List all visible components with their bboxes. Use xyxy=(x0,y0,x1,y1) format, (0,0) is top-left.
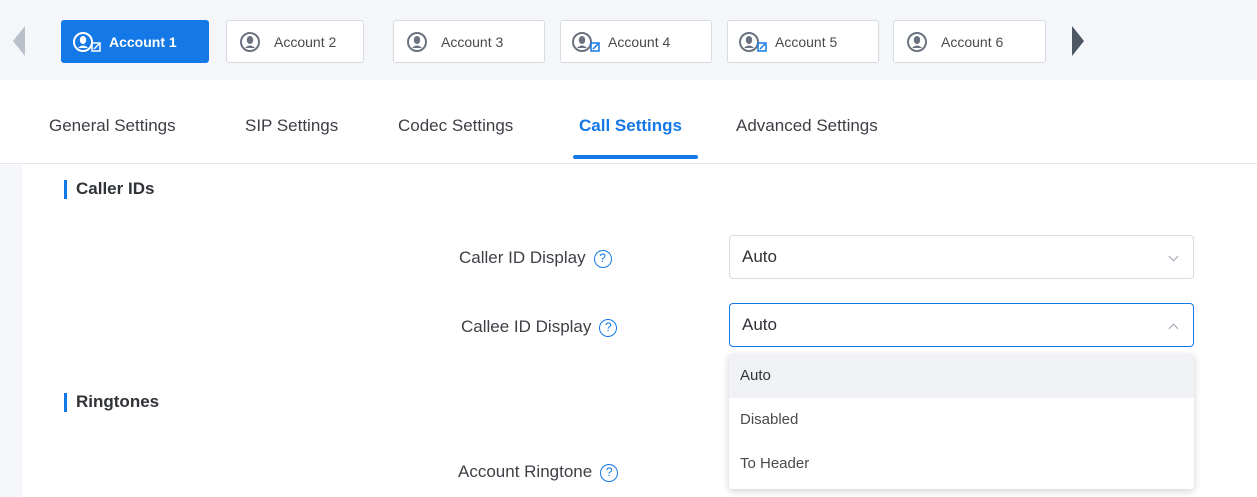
left-gutter xyxy=(0,165,22,497)
caller-id-display-label-text: Caller ID Display xyxy=(459,248,586,267)
caller-id-display-value: Auto xyxy=(742,247,777,266)
account-tab-4[interactable]: Account 4 xyxy=(560,20,712,63)
user-edit-icon xyxy=(572,31,602,53)
caller-id-display-select[interactable]: Auto xyxy=(729,235,1194,279)
active-tab-indicator xyxy=(573,155,698,159)
account-tab-3[interactable]: Account 3 xyxy=(393,20,545,63)
tab-general-settings[interactable]: General Settings xyxy=(49,116,176,136)
tab-call-settings[interactable]: Call Settings xyxy=(579,116,682,136)
settings-nav: General Settings SIP Settings Codec Sett… xyxy=(0,80,1257,164)
user-icon xyxy=(905,31,935,53)
help-icon[interactable]: ? xyxy=(599,319,618,337)
user-icon xyxy=(238,31,268,53)
account-bar: Account 1 Account 2 Account 3 Account 4 … xyxy=(0,0,1257,80)
account-tab-label: Account 4 xyxy=(608,33,671,50)
account-tab-2[interactable]: Account 2 xyxy=(226,20,364,63)
account-ringtone-label-text: Account Ringtone xyxy=(458,462,593,481)
account-tab-label: Account 6 xyxy=(941,33,1004,50)
account-tab-5[interactable]: Account 5 xyxy=(727,20,879,63)
scroll-left-arrow-icon[interactable] xyxy=(13,26,25,56)
tab-advanced-settings[interactable]: Advanced Settings xyxy=(736,116,878,136)
callee-id-display-dropdown: Auto Disabled To Header xyxy=(729,354,1194,489)
account-tab-label: Account 2 xyxy=(274,33,337,50)
section-title-caller-ids: Caller IDs xyxy=(64,179,154,199)
help-icon[interactable]: ? xyxy=(593,250,612,268)
account-ringtone-label: Account Ringtone? xyxy=(458,462,619,482)
dropdown-option-disabled[interactable]: Disabled xyxy=(729,398,1194,442)
help-icon[interactable]: ? xyxy=(600,464,619,482)
chevron-up-icon xyxy=(1168,323,1179,334)
callee-id-display-label: Callee ID Display? xyxy=(461,317,618,337)
section-title-ringtones: Ringtones xyxy=(64,392,159,412)
scroll-right-arrow-icon[interactable] xyxy=(1072,26,1084,56)
user-edit-icon xyxy=(73,31,103,53)
account-tab-1[interactable]: Account 1 xyxy=(61,20,209,63)
callee-id-display-select[interactable]: Auto xyxy=(729,303,1194,347)
dropdown-option-to-header[interactable]: To Header xyxy=(729,442,1194,486)
tab-sip-settings[interactable]: SIP Settings xyxy=(245,116,338,136)
dropdown-option-auto[interactable]: Auto xyxy=(729,354,1194,398)
chevron-down-icon xyxy=(1168,251,1179,262)
tab-codec-settings[interactable]: Codec Settings xyxy=(398,116,513,136)
account-tab-label: Account 3 xyxy=(441,33,504,50)
callee-id-display-label-text: Callee ID Display xyxy=(461,317,592,336)
caller-id-display-label: Caller ID Display? xyxy=(459,248,612,268)
account-tab-label: Account 1 xyxy=(109,33,177,50)
user-icon xyxy=(405,31,435,53)
account-tab-6[interactable]: Account 6 xyxy=(893,20,1046,63)
account-tab-label: Account 5 xyxy=(775,33,838,50)
user-edit-icon xyxy=(739,31,769,53)
callee-id-display-value: Auto xyxy=(742,315,777,334)
